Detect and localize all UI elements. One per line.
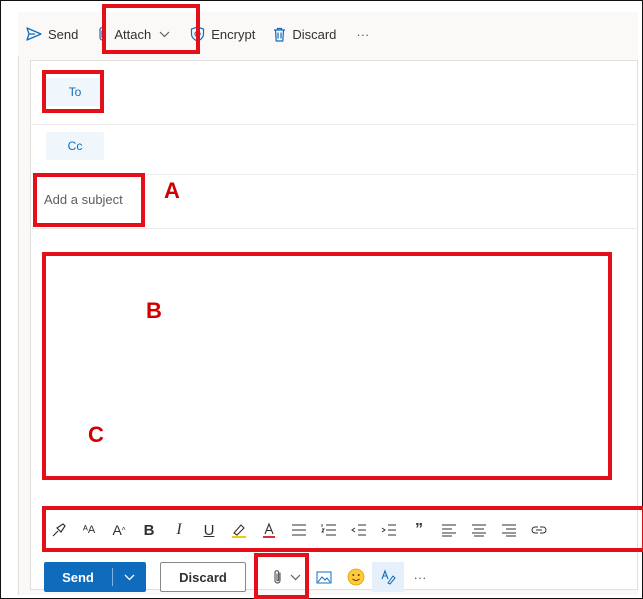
format-toolbar: ᴬA A ^ B I U ” <box>44 508 643 552</box>
send-command-label: Send <box>48 26 79 42</box>
discard-button[interactable]: Discard <box>160 562 246 592</box>
more-icon: ··· <box>356 26 370 42</box>
bold-icon[interactable]: B <box>134 515 164 545</box>
to-button[interactable]: To <box>46 78 104 106</box>
bottom-bar: Send Discard ··· <box>44 560 436 594</box>
link-icon[interactable] <box>524 515 554 545</box>
chevron-down-icon[interactable] <box>286 562 304 592</box>
numbering-icon[interactable] <box>314 515 344 545</box>
more-label: ··· <box>413 569 427 585</box>
font-size-icon[interactable]: ᴬA <box>74 515 104 545</box>
discard-command[interactable]: Discard <box>265 20 344 48</box>
font-color-icon[interactable] <box>254 515 284 545</box>
encrypt-command[interactable]: Encrypt <box>182 20 263 48</box>
send-icon <box>26 27 42 41</box>
shield-lock-icon <box>190 26 205 42</box>
discard-command-label: Discard <box>292 26 337 42</box>
align-left-icon[interactable] <box>434 515 464 545</box>
encrypt-command-label: Encrypt <box>211 26 256 42</box>
emoji-icon[interactable] <box>340 562 372 592</box>
paperclip-icon <box>98 26 108 42</box>
increase-indent-icon[interactable] <box>374 515 404 545</box>
send-button-label: Send <box>62 569 94 585</box>
annotation-c: C <box>88 422 104 447</box>
format-painter-icon[interactable] <box>44 515 74 545</box>
align-right-icon[interactable] <box>494 515 524 545</box>
editor-icon[interactable] <box>372 562 404 592</box>
send-command[interactable]: Send <box>18 20 86 48</box>
italic-icon[interactable]: I <box>164 515 194 545</box>
image-icon[interactable] <box>308 562 340 592</box>
bullets-icon[interactable] <box>284 515 314 545</box>
to-label: To <box>68 85 82 99</box>
increase-font-icon[interactable]: A ^ <box>104 515 134 545</box>
quote-icon[interactable]: ” <box>404 515 434 545</box>
send-button[interactable]: Send <box>44 562 146 592</box>
underline-icon[interactable]: U <box>194 515 224 545</box>
cc-button[interactable]: Cc <box>46 132 104 160</box>
decrease-indent-icon[interactable] <box>344 515 374 545</box>
cc-label: Cc <box>67 139 83 153</box>
attach-command[interactable]: Attach <box>90 20 178 48</box>
annotation-a: A <box>164 178 180 203</box>
align-center-icon[interactable] <box>464 515 494 545</box>
divider <box>30 174 638 175</box>
annotation-b: B <box>146 298 162 323</box>
chevron-down-icon <box>159 31 170 38</box>
highlight-icon[interactable] <box>224 515 254 545</box>
divider <box>30 124 638 125</box>
chevron-down-icon[interactable] <box>113 574 146 581</box>
more-icon[interactable]: ··· <box>404 562 436 592</box>
attach-command-label: Attach <box>114 26 152 42</box>
divider <box>30 228 638 229</box>
discard-button-label: Discard <box>179 569 227 585</box>
more-options-command[interactable]: ··· <box>348 20 377 48</box>
trash-icon <box>273 27 286 42</box>
command-bar: Send Attach Encrypt Discard ··· <box>18 12 638 56</box>
subject-input[interactable]: Add a subject <box>44 192 123 207</box>
